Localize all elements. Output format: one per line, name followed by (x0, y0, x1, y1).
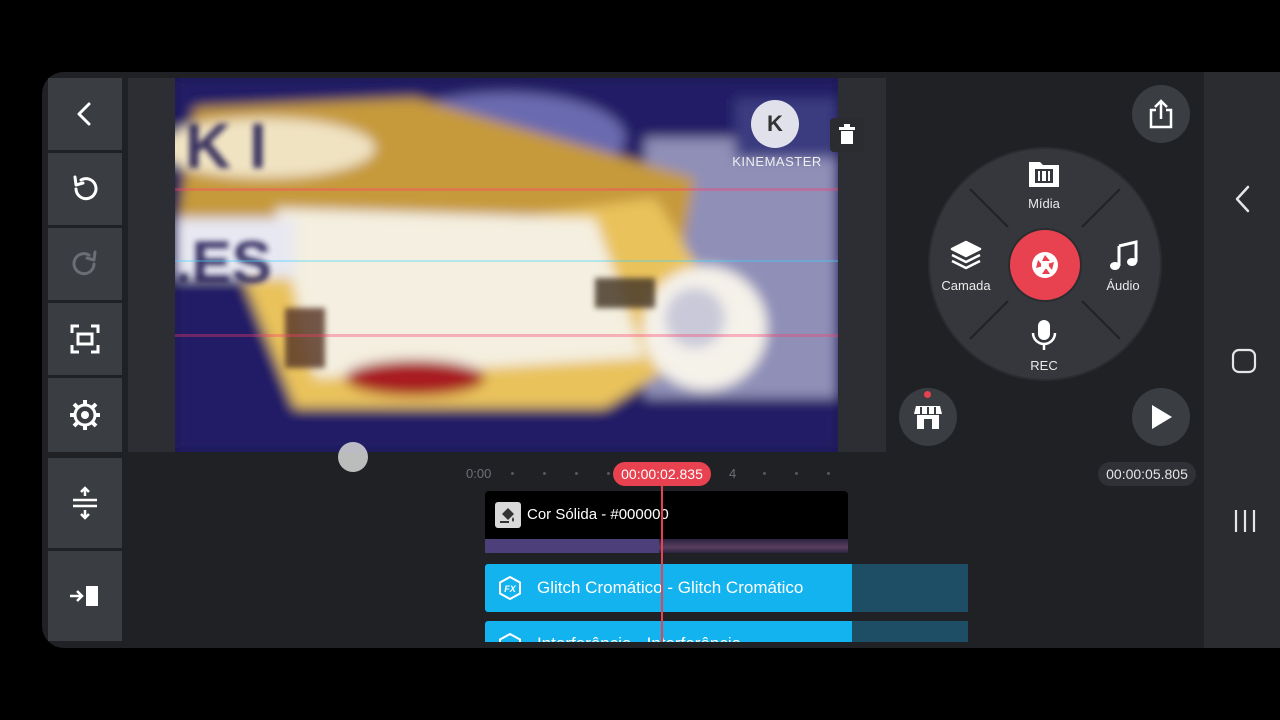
insert-icon (70, 586, 98, 606)
fx-clip-extension (852, 564, 968, 612)
back-button[interactable] (48, 78, 122, 150)
rec-label: REC (1030, 358, 1058, 373)
expand-vertical-icon (73, 486, 97, 520)
svg-text:K I: K I (185, 110, 267, 182)
svg-text:FX: FX (504, 584, 516, 594)
record-voice-button[interactable]: REC (1004, 318, 1084, 376)
capture-button[interactable] (1010, 230, 1080, 300)
layers-icon (950, 240, 982, 270)
audio-button[interactable]: Áudio (1083, 240, 1163, 298)
store-icon (914, 406, 942, 429)
microphone-icon (1031, 320, 1057, 350)
settings-button[interactable] (48, 378, 122, 452)
nav-recents-icon[interactable] (1232, 508, 1258, 534)
fullscreen-icon (70, 324, 100, 354)
undo-icon (73, 175, 98, 201)
logo-letter: K (767, 111, 783, 136)
solid-color-label: Cor Sólida - #000000 (527, 506, 669, 523)
insert-button[interactable] (48, 551, 122, 641)
tick-4: 4 (729, 466, 737, 481)
play-button[interactable] (1132, 388, 1190, 446)
media-button[interactable]: Mídia (1004, 158, 1084, 216)
tick-dot (575, 472, 578, 475)
tick-dot (511, 472, 514, 475)
fx-clip-interference[interactable]: Interferência - Interferência (485, 621, 852, 642)
waveform-segment (659, 539, 848, 553)
delete-watermark-button[interactable] (830, 118, 864, 152)
playhead-line[interactable] (661, 480, 663, 642)
tick-dot (607, 472, 610, 475)
timeline-expand-button[interactable] (48, 458, 122, 548)
kinemaster-logo: K (751, 100, 799, 148)
nav-back-icon[interactable] (1232, 184, 1254, 214)
undo-button[interactable] (48, 153, 122, 225)
notification-dot (924, 391, 931, 398)
film-folder-icon (1029, 162, 1059, 187)
fx-hexagon-icon: FX (499, 575, 521, 601)
play-icon (1152, 405, 1172, 429)
svg-text:.ES: .ES (175, 229, 272, 296)
asset-store-button[interactable] (899, 388, 957, 446)
fullscreen-button[interactable] (48, 303, 122, 375)
music-note-icon (1110, 240, 1138, 270)
tick-start: 0:00 (466, 466, 492, 481)
layer-label: Camada (941, 278, 991, 293)
fx-hexagon-icon (499, 632, 521, 642)
tick-dot (827, 472, 830, 475)
tick-dot (795, 472, 798, 475)
tick-dot (763, 472, 766, 475)
fx-clip-extension (852, 621, 968, 642)
fx-clip-glitch[interactable]: FX Glitch Cromático - Glitch Cromático (485, 564, 852, 612)
playhead-time[interactable]: 00:00:02.835 (613, 462, 711, 486)
nav-home-icon[interactable] (1231, 348, 1257, 374)
total-duration: 00:00:05.805 (1098, 462, 1196, 486)
trash-icon (839, 124, 855, 144)
fx-clip-interference-container: Interferência - Interferência (485, 621, 968, 642)
chevron-left-icon (77, 102, 91, 126)
watermark-label: KINEMASTER (732, 154, 822, 169)
video-preview[interactable]: K I .ES K KINEMASTER (175, 78, 838, 452)
aperture-icon (1032, 252, 1058, 278)
redo-icon (72, 250, 97, 276)
audio-waveform-strip (485, 539, 848, 553)
gear-icon (70, 400, 100, 430)
redo-button[interactable] (48, 228, 122, 300)
fx-clip-label: Glitch Cromático - Glitch Cromático (537, 578, 804, 597)
fx-clip-label: Interferência - Interferência (537, 634, 741, 642)
solid-color-clip[interactable]: Cor Sólida - #000000 (485, 491, 848, 539)
glitch-frame-image: K I .ES (175, 78, 838, 452)
preview-scrub-handle[interactable] (338, 442, 368, 472)
tick-dot (543, 472, 546, 475)
media-label: Mídia (1028, 196, 1060, 211)
audio-label: Áudio (1106, 278, 1140, 293)
system-nav-bar (1204, 72, 1280, 648)
paint-bucket-icon (495, 502, 521, 528)
share-icon (1149, 99, 1173, 129)
share-button[interactable] (1132, 85, 1190, 143)
layer-button[interactable]: Camada (926, 240, 1006, 298)
